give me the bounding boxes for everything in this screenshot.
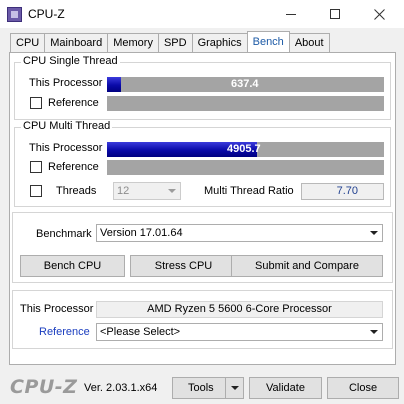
single-this-processor-bar: 637.4 (107, 77, 384, 92)
benchmark-dropdown-arrow (366, 225, 382, 241)
tools-button-label: Tools (188, 382, 214, 394)
single-this-processor-label: This Processor (29, 77, 103, 89)
processor-info-group: This Processor AMD Ryzen 5 5600 6-Core P… (12, 290, 393, 349)
benchmark-version-value: Version 17.01.64 (100, 227, 183, 239)
tools-dropdown-arrow[interactable] (225, 378, 243, 398)
chevron-down-icon (168, 189, 176, 193)
minimize-icon (286, 13, 296, 15)
multi-reference-checkbox[interactable] (30, 161, 42, 173)
chevron-down-icon (370, 231, 378, 235)
multi-thread-ratio-value: 7.70 (301, 183, 384, 200)
threads-select[interactable]: 12 (113, 182, 181, 200)
stress-cpu-button[interactable]: Stress CPU (130, 255, 237, 277)
single-reference-label: Reference (48, 97, 99, 109)
multi-thread-ratio-label: Multi Thread Ratio (204, 185, 294, 197)
tools-button[interactable]: Tools (172, 377, 244, 399)
cpuz-app-icon (7, 7, 22, 22)
validate-button[interactable]: Validate (249, 377, 322, 399)
benchmark-label: Benchmark (36, 228, 92, 240)
window-title: CPU-Z (28, 7, 65, 21)
maximize-button[interactable] (313, 0, 357, 28)
multi-reference-label: Reference (48, 161, 99, 173)
submit-and-compare-button[interactable]: Submit and Compare (231, 255, 383, 277)
info-reference-label: Reference (39, 326, 90, 338)
reference-dropdown-arrow (366, 324, 382, 340)
close-window-button[interactable] (357, 0, 401, 28)
chevron-down-icon (230, 386, 239, 390)
tab-strip: CPU Mainboard Memory SPD Graphics Bench … (10, 31, 330, 52)
close-icon (373, 8, 385, 20)
tab-memory[interactable]: Memory (107, 33, 159, 52)
tab-cpu[interactable]: CPU (10, 33, 46, 52)
threads-dropdown-arrow (164, 183, 180, 199)
tab-spd[interactable]: SPD (157, 33, 193, 52)
threads-checkbox[interactable] (30, 185, 42, 197)
benchmark-group: Benchmark Version 17.01.64 Bench CPU Str… (12, 212, 393, 283)
single-this-processor-score: 637.4 (231, 78, 259, 90)
chevron-down-icon (370, 330, 378, 334)
threads-label: Threads (56, 185, 97, 197)
benchmark-version-select[interactable]: Version 17.01.64 (96, 224, 383, 242)
title-bar: CPU-Z (0, 0, 404, 28)
bench-cpu-button[interactable]: Bench CPU (20, 255, 125, 277)
version-label: Ver. 2.03.1.x64 (84, 382, 158, 394)
multi-thread-group: CPU Multi Thread This Processor 4905.7 R… (14, 120, 391, 207)
bench-tab-panel: CPU Single Thread This Processor 637.4 R… (9, 52, 396, 365)
single-reference-bar (107, 96, 384, 111)
cpuz-logo: CPU-Z (10, 376, 78, 398)
threads-value: 12 (117, 185, 130, 197)
single-reference-checkbox[interactable] (30, 97, 42, 109)
close-button[interactable]: Close (327, 377, 399, 399)
minimize-button[interactable] (269, 0, 313, 28)
multi-this-processor-score: 4905.7 (227, 143, 261, 155)
multi-this-processor-bar: 4905.7 (107, 142, 384, 157)
single-this-processor-bar-fill (107, 77, 121, 92)
single-thread-group: CPU Single Thread This Processor 637.4 R… (14, 55, 391, 120)
maximize-icon (330, 9, 340, 19)
multi-reference-bar (107, 160, 384, 175)
tab-bench[interactable]: Bench (246, 31, 290, 52)
info-this-processor-label: This Processor (20, 303, 94, 315)
single-thread-title: CPU Single Thread (21, 55, 120, 67)
reference-processor-value: <Please Select> (100, 326, 181, 338)
tab-about[interactable]: About (288, 33, 330, 52)
reference-processor-select[interactable]: <Please Select> (96, 323, 383, 341)
tab-graphics[interactable]: Graphics (191, 33, 248, 52)
tab-mainboard[interactable]: Mainboard (44, 33, 109, 52)
info-this-processor-value: AMD Ryzen 5 5600 6-Core Processor (96, 301, 383, 318)
multi-this-processor-label: This Processor (29, 142, 103, 154)
multi-thread-title: CPU Multi Thread (21, 120, 113, 132)
